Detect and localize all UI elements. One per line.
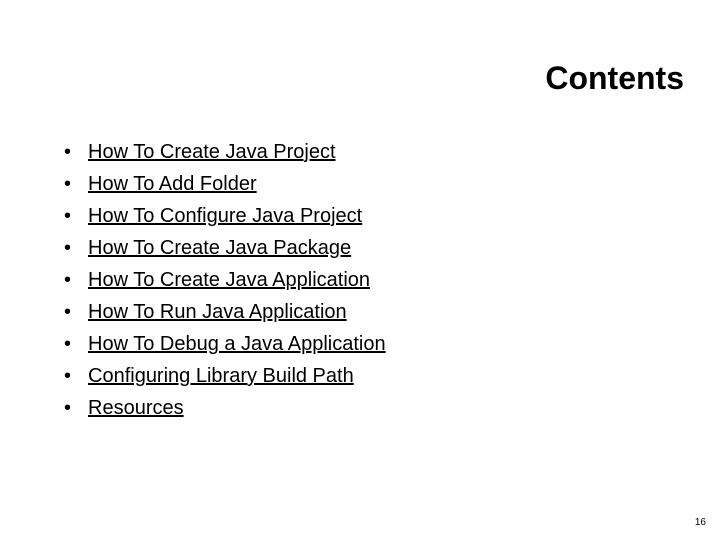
bullet-icon: • [64, 266, 88, 294]
contents-link[interactable]: How To Create Java Package [88, 234, 351, 262]
bullet-icon: • [64, 138, 88, 166]
bullet-icon: • [64, 330, 88, 358]
bullet-icon: • [64, 298, 88, 326]
slide: Contents • How To Create Java Project • … [0, 0, 720, 540]
list-item: • How To Create Java Project [64, 138, 386, 166]
contents-link[interactable]: How To Create Java Application [88, 266, 370, 294]
contents-link[interactable]: Resources [88, 394, 184, 422]
list-item: • Resources [64, 394, 386, 422]
contents-link[interactable]: Configuring Library Build Path [88, 362, 354, 390]
list-item: • How To Create Java Application [64, 266, 386, 294]
page-number: 16 [695, 517, 706, 528]
list-item: • How To Run Java Application [64, 298, 386, 326]
contents-link[interactable]: How To Configure Java Project [88, 202, 362, 230]
list-item: • How To Configure Java Project [64, 202, 386, 230]
bullet-icon: • [64, 234, 88, 262]
contents-list: • How To Create Java Project • How To Ad… [64, 138, 386, 426]
list-item: • How To Debug a Java Application [64, 330, 386, 358]
bullet-icon: • [64, 394, 88, 422]
bullet-icon: • [64, 202, 88, 230]
bullet-icon: • [64, 362, 88, 390]
contents-link[interactable]: How To Create Java Project [88, 138, 336, 166]
contents-link[interactable]: How To Add Folder [88, 170, 257, 198]
contents-link[interactable]: How To Debug a Java Application [88, 330, 386, 358]
bullet-icon: • [64, 170, 88, 198]
contents-link[interactable]: How To Run Java Application [88, 298, 347, 326]
list-item: • Configuring Library Build Path [64, 362, 386, 390]
list-item: • How To Add Folder [64, 170, 386, 198]
list-item: • How To Create Java Package [64, 234, 386, 262]
page-title: Contents [545, 60, 684, 97]
